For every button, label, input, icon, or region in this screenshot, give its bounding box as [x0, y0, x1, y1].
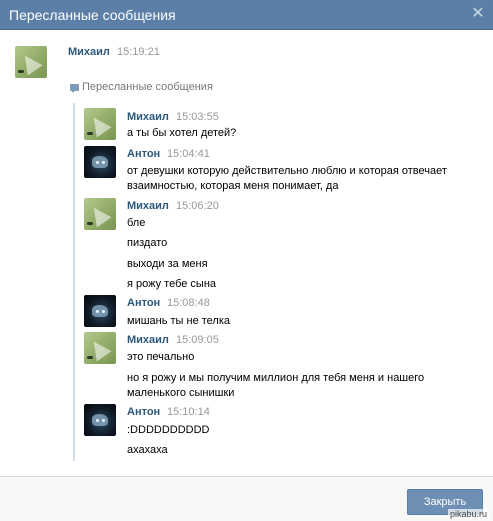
- forwarded-label: Пересланные сообщения: [82, 81, 213, 93]
- sender-name[interactable]: Михаил: [68, 46, 110, 58]
- message-text: ахахаха: [127, 444, 168, 456]
- message-text: я рожу тебе сына: [127, 278, 217, 290]
- avatar[interactable]: [84, 332, 116, 364]
- avatar[interactable]: [84, 198, 116, 230]
- dialog-footer: Закрыть: [0, 476, 493, 521]
- close-icon[interactable]: ✕: [471, 6, 485, 22]
- avatar[interactable]: [84, 295, 116, 327]
- message-text: маленького сынишки: [127, 387, 235, 399]
- message-text: а ты бы хотел детей?: [127, 127, 237, 139]
- avatar[interactable]: [84, 404, 116, 436]
- message-author[interactable]: Михаил: [127, 200, 169, 212]
- dialog-title: Пересланные сообщения: [9, 7, 176, 23]
- message-text: :DDDDDDDDDD: [127, 424, 210, 436]
- dialog-content: Михаил 15:19:21 Пересланные сообщения Ми…: [0, 31, 493, 476]
- message-text: это печально: [127, 351, 195, 363]
- dialog-titlebar: Пересланные сообщения ✕: [0, 0, 493, 30]
- message-text: но я рожу и мы получим миллион для тебя …: [127, 372, 425, 384]
- message-time: 15:08:48: [167, 297, 210, 309]
- forwarded-quote-line: [73, 103, 75, 461]
- message-author[interactable]: Антон: [127, 297, 160, 309]
- message-text: пиздато: [127, 237, 168, 249]
- message-author[interactable]: Антон: [127, 406, 160, 418]
- message-author[interactable]: Михаил: [127, 334, 169, 346]
- message-time: 15:06:20: [176, 200, 219, 212]
- message-text: от девушки которую действительно люблю и…: [127, 165, 447, 177]
- message-time: 15:04:41: [167, 148, 210, 160]
- forwarded-messages-icon: [70, 84, 79, 93]
- message-text: мишань ты не телка: [127, 315, 231, 327]
- message-author[interactable]: Михаил: [127, 111, 169, 123]
- message-time: 15:09:05: [176, 334, 219, 346]
- watermark: pikabu.ru: [447, 509, 489, 519]
- avatar[interactable]: [15, 46, 47, 78]
- sender-time: 15:19:21: [117, 46, 160, 58]
- avatar[interactable]: [84, 108, 116, 140]
- message-time: 15:10:14: [167, 406, 210, 418]
- avatar[interactable]: [84, 146, 116, 178]
- message-text: взаимностью, которая меня понимает, да: [127, 180, 339, 192]
- message-author[interactable]: Антон: [127, 148, 160, 160]
- message-time: 15:03:55: [176, 111, 219, 123]
- message-text: бле: [127, 217, 146, 229]
- message-text: выходи за меня: [127, 258, 208, 270]
